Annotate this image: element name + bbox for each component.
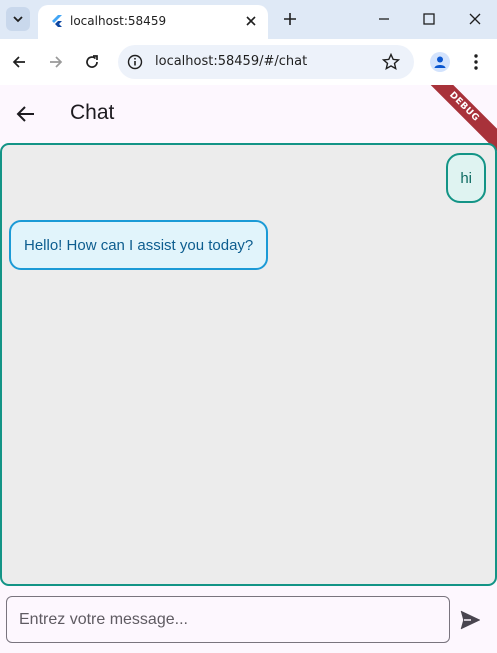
user-message-bubble: hi bbox=[446, 153, 486, 203]
more-vertical-icon bbox=[474, 54, 478, 70]
message-input[interactable] bbox=[6, 596, 450, 643]
browser-tabstrip: localhost:58459 bbox=[0, 0, 497, 39]
close-icon bbox=[469, 13, 481, 25]
bookmark-star-icon[interactable] bbox=[382, 53, 400, 71]
maximize-icon bbox=[423, 13, 435, 25]
minimize-icon bbox=[379, 18, 389, 20]
browser-menu-button[interactable] bbox=[466, 51, 486, 73]
arrow-left-icon[interactable] bbox=[14, 102, 38, 126]
minimize-button[interactable] bbox=[374, 9, 394, 29]
chat-message-list[interactable]: hi Hello! How can I assist you today? bbox=[0, 143, 497, 586]
new-tab-button[interactable] bbox=[280, 9, 300, 29]
site-info-icon[interactable] bbox=[127, 54, 143, 70]
tab-close-button[interactable] bbox=[242, 12, 260, 30]
reload-button[interactable] bbox=[81, 51, 103, 73]
app-viewport: Chat DEBUG hi Hello! How can I assist yo… bbox=[0, 85, 497, 653]
send-icon[interactable] bbox=[458, 608, 482, 632]
bot-message-bubble: Hello! How can I assist you today? bbox=[9, 220, 269, 270]
arrow-right-icon bbox=[50, 56, 63, 68]
app-bar: Chat bbox=[0, 85, 497, 142]
page-title: Chat bbox=[70, 101, 115, 124]
reload-icon bbox=[86, 55, 98, 68]
url-text[interactable]: localhost:58459/#/chat bbox=[155, 54, 307, 69]
back-button[interactable] bbox=[8, 51, 30, 73]
close-icon bbox=[246, 16, 256, 26]
address-bar[interactable]: localhost:58459/#/chat bbox=[118, 45, 414, 79]
profile-button[interactable] bbox=[430, 52, 450, 72]
arrow-left-icon bbox=[12, 56, 25, 68]
tab-search-button[interactable] bbox=[6, 7, 30, 31]
message-composer bbox=[0, 588, 497, 653]
browser-toolbar: localhost:58459/#/chat bbox=[0, 39, 497, 85]
tab-title: localhost:58459 bbox=[70, 14, 167, 28]
plus-icon bbox=[284, 13, 296, 25]
person-icon bbox=[434, 56, 446, 68]
forward-button[interactable] bbox=[45, 51, 67, 73]
chevron-down-icon bbox=[13, 16, 23, 23]
window-close-button[interactable] bbox=[465, 9, 485, 29]
flutter-icon bbox=[52, 15, 62, 27]
maximize-button[interactable] bbox=[419, 9, 439, 29]
browser-tab[interactable]: localhost:58459 bbox=[38, 5, 268, 39]
